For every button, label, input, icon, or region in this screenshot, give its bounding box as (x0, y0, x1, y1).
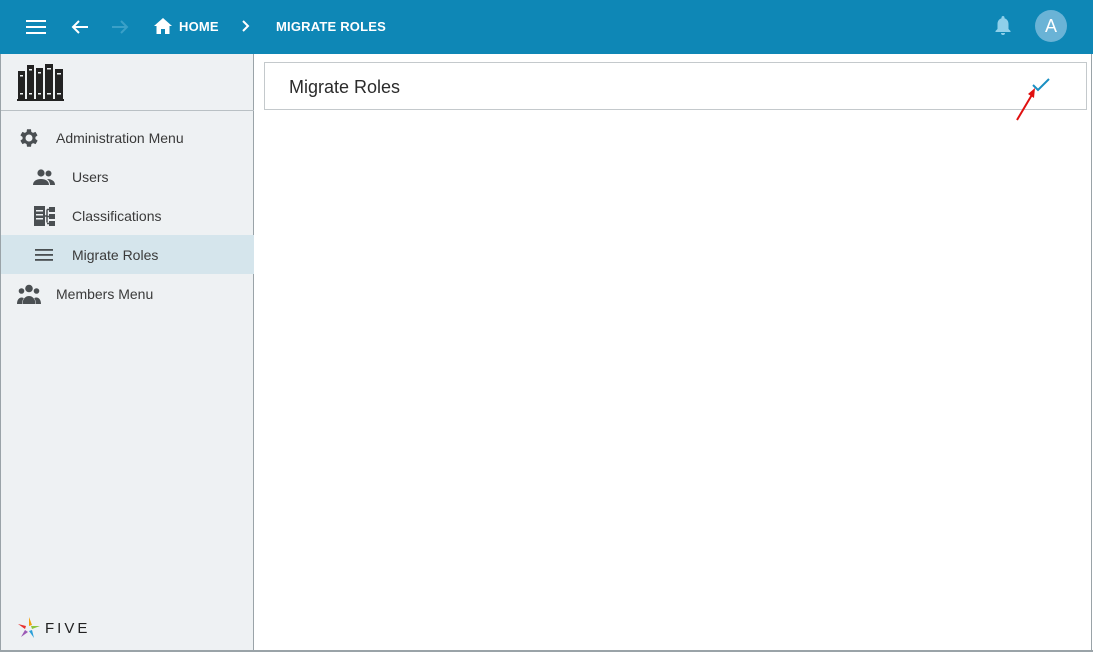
users-icon (33, 167, 55, 187)
group-icon (16, 283, 42, 305)
page-title: Migrate Roles (289, 77, 401, 97)
hierarchy-icon (33, 205, 57, 227)
sidebar-item-users[interactable]: Users (1, 157, 254, 196)
brand-text: FIVE (45, 619, 91, 637)
avatar[interactable]: A (1035, 10, 1067, 42)
sidebar-item-migrate-roles[interactable]: Migrate Roles (1, 235, 254, 274)
forward-arrow-icon[interactable] (108, 15, 132, 39)
gear-icon (15, 125, 41, 151)
sidebar-item-classifications[interactable]: Classifications (1, 196, 254, 235)
back-arrow-icon[interactable] (68, 15, 92, 39)
sidebar-item-label: Migrate Roles (72, 246, 159, 263)
bell-icon[interactable] (992, 15, 1014, 37)
list-icon (34, 247, 54, 263)
chevron-right-icon (238, 18, 254, 34)
five-logo-icon (18, 617, 40, 638)
sidebar-item-label: Users (72, 168, 109, 185)
annotation-arrow-icon (1016, 88, 1035, 121)
sidebar-item-label: Classifications (72, 207, 162, 224)
form-header-panel: Migrate Roles (264, 62, 1087, 121)
main-content: Migrate Roles (254, 54, 1092, 652)
app-bar: HOME MIGRATE ROLES A (0, 0, 1093, 54)
home-icon[interactable] (153, 16, 173, 36)
sidebar-item-label: Members Menu (56, 285, 154, 302)
avatar-letter: A (1044, 15, 1057, 36)
sidebar: Administration Menu Users Classification… (0, 54, 254, 652)
app-logo (1, 54, 254, 111)
sidebar-item-members-menu[interactable]: Members Menu (1, 274, 254, 313)
hamburger-menu-icon[interactable] (24, 15, 48, 39)
sidebar-item-administration-menu[interactable]: Administration Menu (1, 118, 254, 157)
breadcrumb-current: MIGRATE ROLES (276, 19, 386, 34)
sidebar-item-label: Administration Menu (56, 129, 184, 146)
breadcrumb-home[interactable]: HOME (179, 19, 219, 34)
books-logo-icon (17, 64, 64, 101)
five-brand-logo: FIVE (17, 616, 90, 640)
